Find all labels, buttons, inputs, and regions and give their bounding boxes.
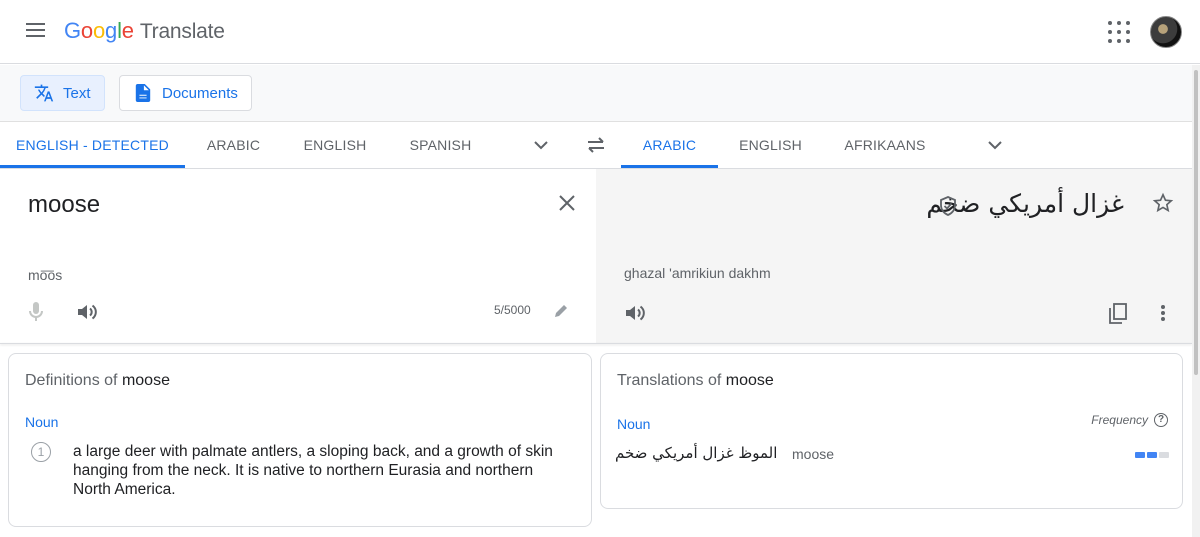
translations-word: moose [725, 372, 774, 389]
source-lang-tab-english[interactable]: ENGLISH [282, 122, 388, 168]
documents-mode-label: Documents [162, 84, 238, 102]
panel-divider [0, 343, 1192, 344]
logo-letter: o [92, 18, 106, 43]
product-name: Translate [139, 20, 225, 43]
logo-letter: G [64, 18, 81, 43]
account-avatar[interactable] [1150, 16, 1182, 48]
definition-text: a large deer with palmate antlers, a slo… [73, 443, 553, 498]
save-translation-star-icon[interactable] [1152, 192, 1174, 214]
source-lang-tab-english-detected[interactable]: ENGLISH - DETECTED [0, 122, 185, 168]
translation-row-back-translation: moose [792, 446, 835, 462]
swap-languages-icon[interactable] [584, 135, 608, 155]
scrollbar-thumb[interactable] [1194, 70, 1198, 375]
definitions-title: Definitions of moose [25, 372, 170, 390]
frequency-bar-segment [1159, 452, 1169, 458]
source-lang-tab-spanish[interactable]: SPANISH [388, 122, 493, 168]
target-panel: غزال أمريكي ضخم ghazal 'amrikiun dakhm [596, 169, 1192, 343]
logo-letter: g [105, 18, 118, 43]
frequency-help-icon[interactable]: ? [1154, 413, 1168, 427]
clear-source-close-icon[interactable] [556, 192, 578, 214]
frequency-label: Frequency [1091, 413, 1148, 427]
top-app-bar: Google Translate [0, 0, 1200, 64]
target-lang-tab-afrikaans[interactable]: AFRIKAANS [823, 122, 947, 168]
text-mode-button[interactable]: Text [20, 75, 105, 111]
translations-card: Translations of moose Noun Frequency ? ا… [600, 353, 1183, 509]
more-options-icon[interactable] [1155, 302, 1171, 324]
source-lang-tab-arabic[interactable]: ARABIC [185, 122, 282, 168]
menu-icon-bar [26, 23, 45, 25]
definition-number: 1 [31, 442, 51, 462]
menu-icon-bar [26, 35, 45, 37]
microphone-icon[interactable] [26, 300, 46, 324]
translations-title: Translations of moose [617, 372, 774, 390]
frequency-bar-segment [1147, 452, 1157, 458]
menu-icon-bar [26, 29, 45, 31]
language-bar: ENGLISH - DETECTED ARABIC ENGLISH SPANIS… [0, 122, 1200, 169]
source-pronunciation: mo͞os [28, 267, 63, 283]
definitions-card: Definitions of moose Noun 1 a large deer… [8, 353, 592, 527]
definitions-word: moose [121, 372, 170, 389]
copy-translation-icon[interactable] [1107, 301, 1129, 325]
source-text-input[interactable]: moose [28, 191, 100, 219]
target-lang-more-chevron-down-icon[interactable] [986, 136, 1004, 154]
documents-mode-button[interactable]: Documents [119, 75, 252, 111]
translations-part-of-speech: Noun [617, 416, 651, 432]
verified-shield-icon[interactable] [938, 195, 958, 217]
text-mode-label: Text [63, 84, 91, 102]
definitions-title-prefix: Definitions of [25, 372, 118, 389]
translation-transliteration: ghazal 'amrikiun dakhm [624, 265, 771, 281]
target-lang-tab-arabic[interactable]: ARABIC [621, 122, 718, 168]
frequency-header: Frequency ? [1091, 413, 1168, 427]
character-count: 5/5000 [494, 303, 531, 317]
listen-source-speaker-icon[interactable] [76, 302, 98, 322]
document-icon [133, 83, 153, 103]
target-lang-tab-english[interactable]: ENGLISH [718, 122, 823, 168]
logo-letter: e [121, 18, 134, 43]
main-menu-button[interactable] [22, 19, 50, 45]
frequency-bar-segment [1135, 452, 1145, 458]
translation-row-term[interactable]: الموظ غزال أمريكي ضخم [615, 444, 777, 462]
listen-translation-speaker-icon[interactable] [624, 303, 646, 323]
definitions-part-of-speech: Noun [25, 414, 59, 430]
mode-bar: Text Documents [0, 65, 1200, 122]
source-lang-more-chevron-down-icon[interactable] [532, 136, 550, 154]
edit-pencil-icon[interactable] [553, 303, 569, 319]
translate-icon [34, 83, 54, 103]
google-translate-logo[interactable]: Google Translate [64, 18, 225, 44]
logo-letter: o [80, 18, 93, 43]
frequency-bar [1135, 452, 1169, 458]
translations-title-prefix: Translations of [617, 372, 722, 389]
google-apps-button[interactable] [1107, 20, 1131, 44]
